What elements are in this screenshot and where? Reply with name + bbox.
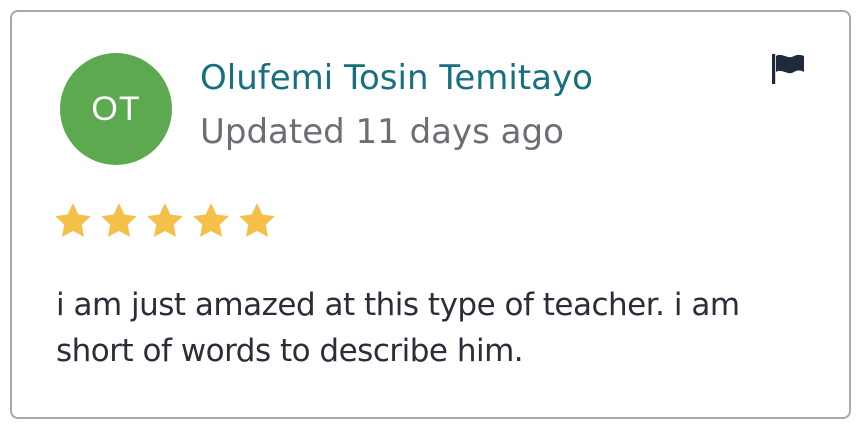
author-name[interactable]: Olufemi Tosin Temitayo (200, 54, 593, 102)
star-icon (239, 203, 275, 237)
avatar-initials: OT (91, 89, 141, 128)
updated-timestamp: Updated 11 days ago (200, 112, 564, 152)
review-text: i am just amazed at this type of teacher… (56, 287, 740, 369)
star-icon (147, 203, 183, 237)
avatar: OT (60, 53, 172, 165)
review-card: OT Olufemi Tosin Temitayo Updated 11 day… (10, 10, 851, 419)
flag-icon[interactable] (768, 48, 808, 88)
star-rating (52, 200, 278, 242)
star-icon (55, 203, 91, 237)
star-icon (101, 203, 137, 237)
star-icon (193, 203, 229, 237)
